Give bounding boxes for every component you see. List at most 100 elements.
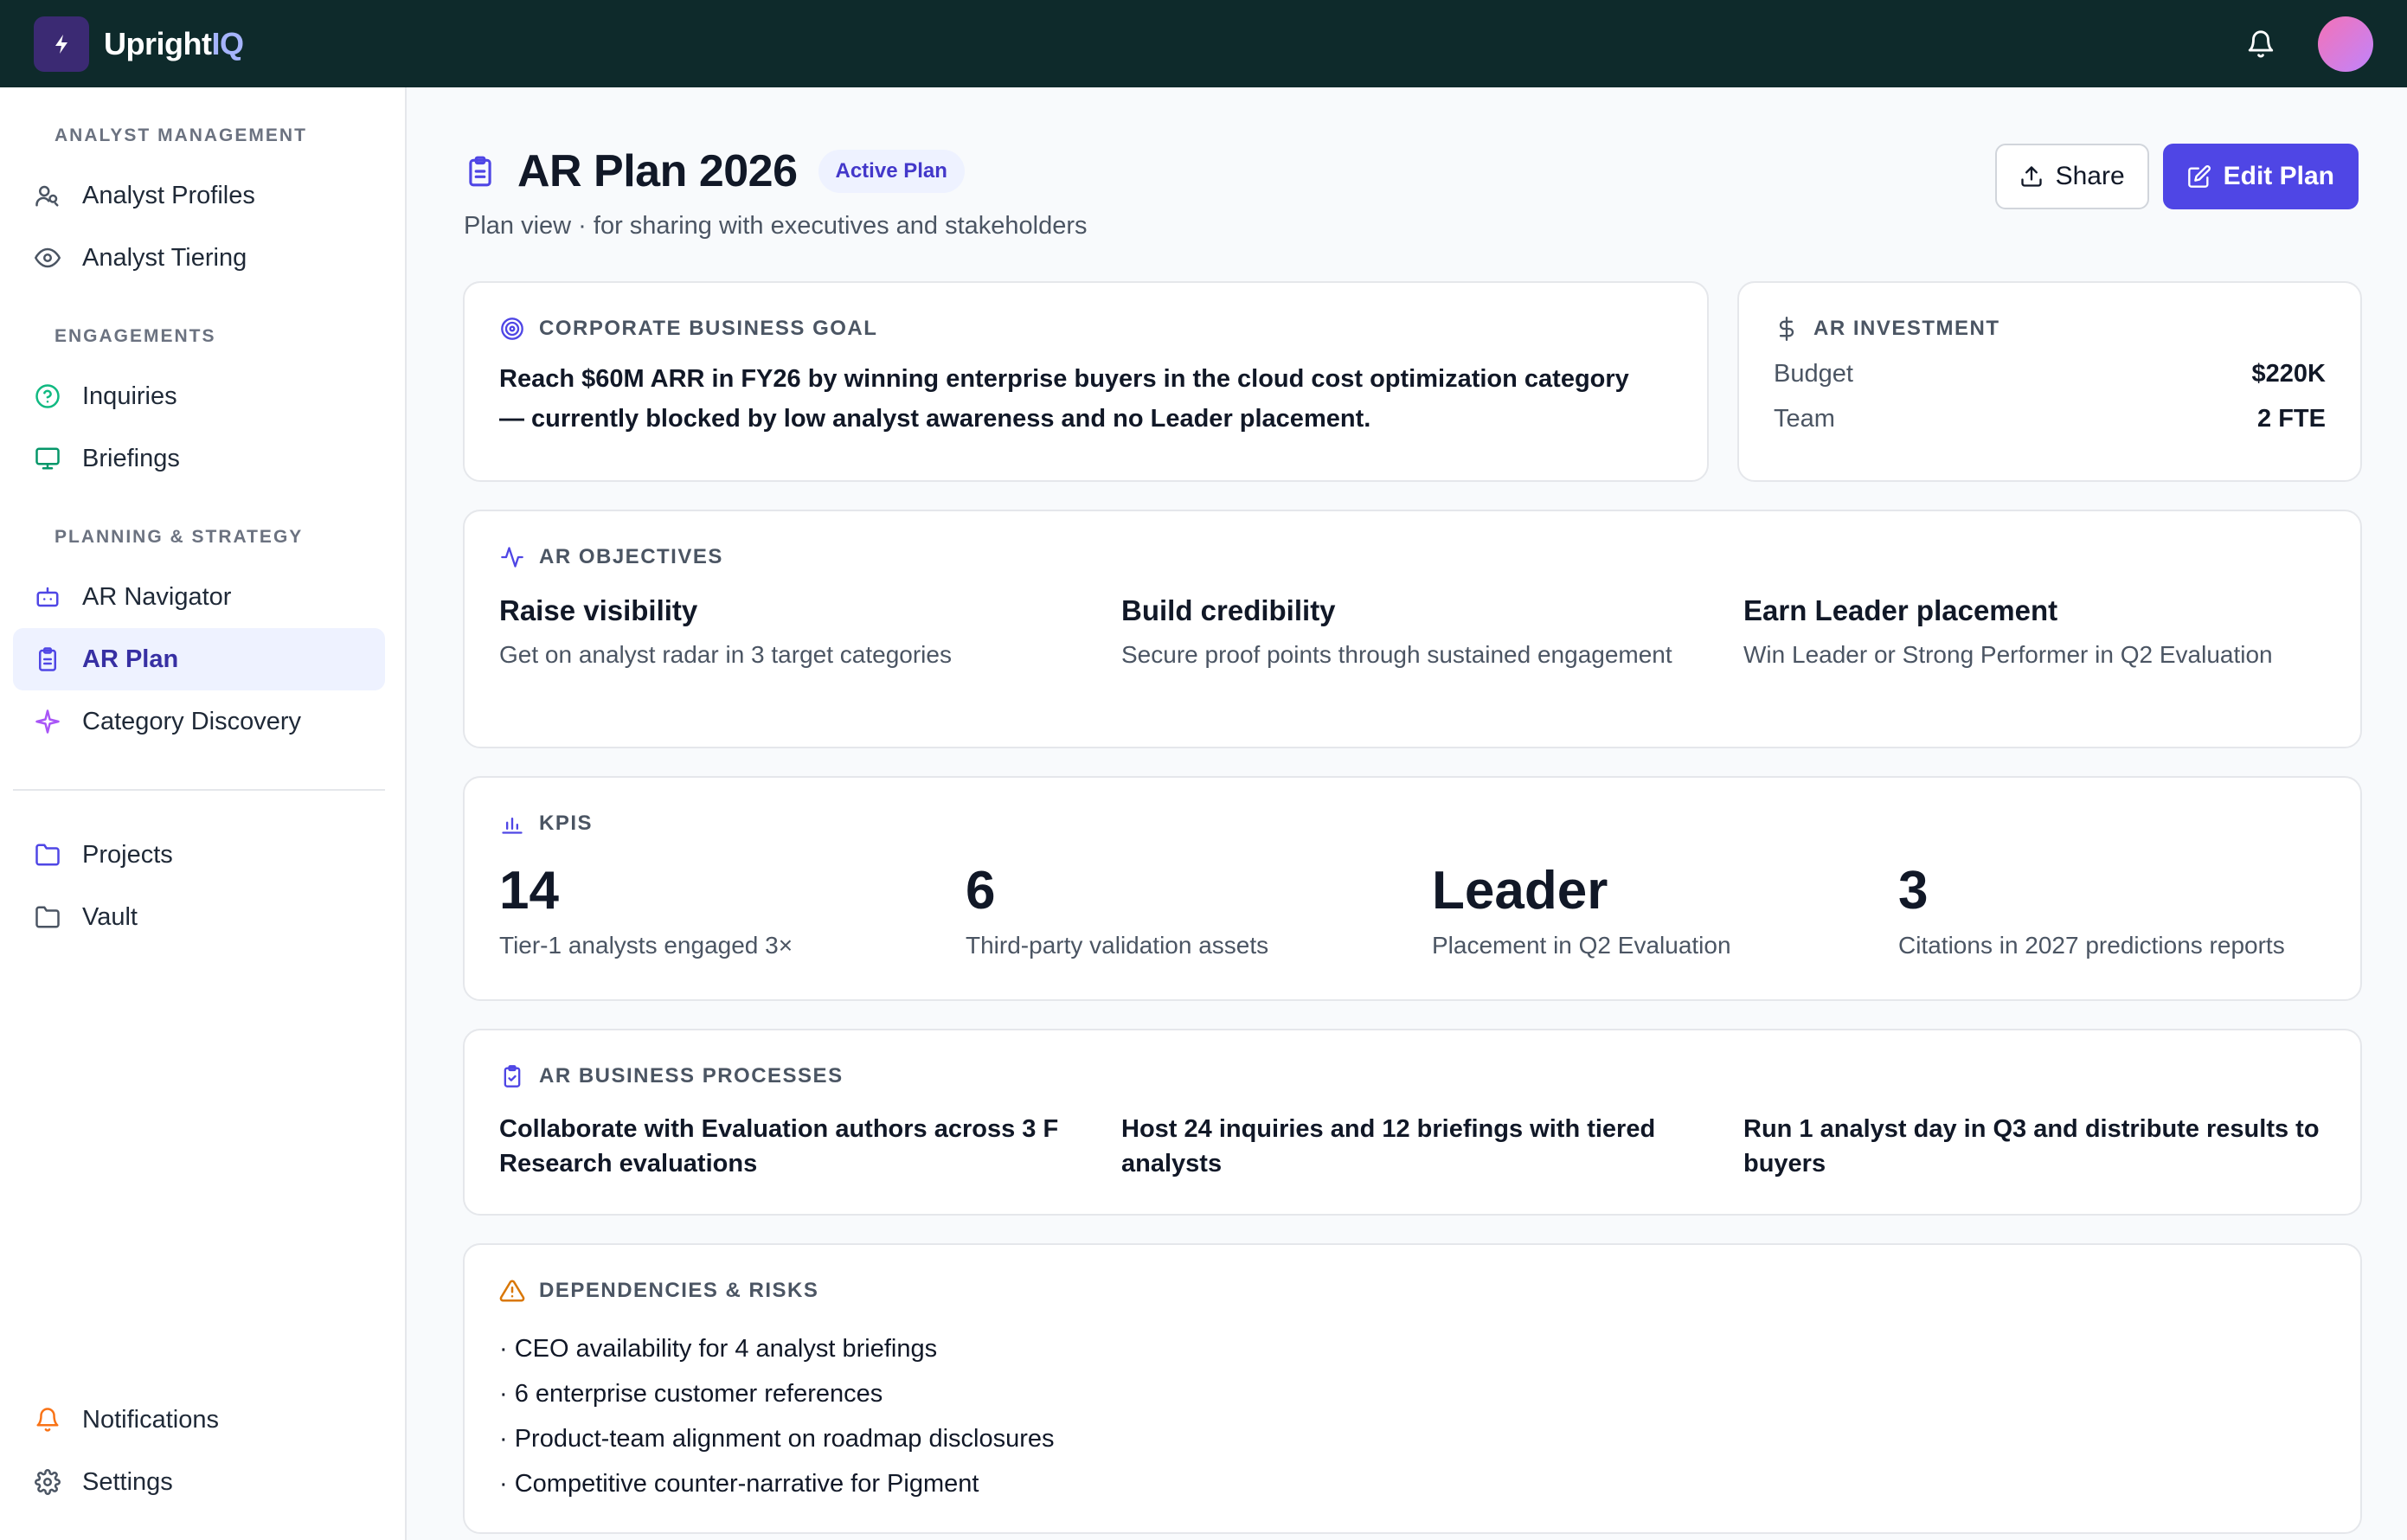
sidebar-item-ar-plan[interactable]: AR Plan (13, 628, 385, 690)
sidebar-item-ar-navigator[interactable]: AR Navigator (13, 566, 385, 628)
card-label-text: AR OBJECTIVES (539, 545, 723, 568)
card-label-text: DEPENDENCIES & RISKS (539, 1279, 819, 1302)
investment-value: 2 FTE (2257, 405, 2326, 433)
sidebar-item-analyst-tiering[interactable]: Analyst Tiering (13, 227, 385, 289)
sidebar-item-label: Category Discovery (82, 707, 302, 735)
sidebar: ANALYST MANAGEMENT Analyst Profiles Anal… (0, 87, 407, 1540)
page-subtitle: Plan view · for sharing with executives … (464, 212, 1088, 240)
card-label: AR BUSINESS PROCESSES (499, 1063, 844, 1089)
sidebar-item-category-discovery[interactable]: Category Discovery (13, 690, 385, 753)
avatar[interactable] (2318, 16, 2373, 72)
activity-icon (499, 544, 525, 570)
objective-title: Raise visibility (499, 594, 698, 626)
sidebar-item-label: AR Navigator (82, 582, 232, 611)
folder-icon (34, 841, 61, 869)
upload-icon (2019, 164, 2044, 189)
bar-chart-icon (499, 811, 525, 837)
card-label-text: KPIS (539, 812, 594, 835)
sidebar-item-projects[interactable]: Projects (13, 824, 385, 886)
card-label-text: AR BUSINESS PROCESSES (539, 1064, 844, 1088)
target-icon (499, 316, 525, 342)
gear-icon (34, 1468, 61, 1496)
sparkle-icon (34, 708, 61, 735)
help-circle-icon (34, 382, 61, 410)
investment-row-team: Team 2 FTE (1774, 405, 2326, 433)
card-label: DEPENDENCIES & RISKS (499, 1278, 818, 1304)
kpi-desc: Third-party validation assets (966, 932, 1269, 959)
goal-text: Reach $60M ARR in FY26 by winning enterp… (499, 365, 1629, 433)
objective-desc: Get on analyst radar in 3 target categor… (499, 641, 952, 668)
share-button-label: Share (2055, 162, 2125, 190)
warning-icon (499, 1278, 525, 1304)
kpi-value: 14 (499, 861, 559, 921)
sidebar-item-label: Briefings (82, 444, 180, 472)
kpis-card: KPIS 14 Tier-1 analysts engaged 3× 6 Thi… (463, 776, 2362, 1001)
kpi-value: 3 (1898, 861, 1929, 921)
sidebar-item-label: AR Plan (82, 645, 179, 673)
investment-card: AR INVESTMENT Budget $220K Team 2 FTE (1737, 281, 2362, 482)
objective-item: Earn Leader placement Win Leader or Stro… (1743, 594, 2332, 672)
card-label: KPIS (499, 811, 593, 837)
risk-list: · CEO availability for 4 analyst briefin… (499, 1326, 1055, 1506)
bell-icon (34, 1406, 61, 1434)
sidebar-item-briefings[interactable]: Briefings (13, 427, 385, 490)
page-title: AR Plan 2026 (517, 146, 798, 196)
kpi-item: 6 Third-party validation assets (966, 861, 1415, 959)
risk-item: · Product-team alignment on roadmap disc… (499, 1425, 1055, 1453)
users-icon (34, 182, 61, 209)
sidebar-item-analyst-profiles[interactable]: Analyst Profiles (13, 164, 385, 227)
sidebar-item-label: Projects (82, 840, 173, 869)
main-content: AR Plan 2026 Active Plan Plan view · for… (408, 87, 2407, 1540)
process-item: Run 1 analyst day in Q3 and distribute r… (1743, 1115, 2320, 1177)
kpi-item: 3 Citations in 2027 predictions reports (1898, 861, 2348, 959)
sidebar-item-label: Settings (82, 1467, 173, 1496)
clipboard-check-icon (499, 1063, 525, 1089)
sidebar-item-label: Analyst Profiles (82, 181, 255, 209)
bell-icon[interactable] (2243, 27, 2278, 61)
kpi-value: 6 (966, 861, 996, 921)
card-label: CORPORATE BUSINESS GOAL (499, 316, 877, 342)
sidebar-item-vault[interactable]: Vault (13, 886, 385, 948)
investment-key: Team (1774, 405, 1835, 433)
card-label: AR INVESTMENT (1774, 316, 2000, 342)
section-title-engagements: ENGAGEMENTS (55, 326, 216, 346)
sidebar-item-settings[interactable]: Settings (13, 1451, 385, 1513)
process-item: Host 24 inquiries and 12 briefings with … (1121, 1115, 1656, 1177)
kpi-item: 14 Tier-1 analysts engaged 3× (499, 861, 949, 959)
brand-name: UprightIQ (104, 25, 244, 62)
investment-key: Budget (1774, 360, 1853, 388)
share-button[interactable]: Share (1994, 144, 2149, 209)
objective-title: Earn Leader placement (1743, 594, 2058, 626)
kpi-desc: Placement in Q2 Evaluation (1432, 932, 1731, 959)
risk-item: · CEO availability for 4 analyst briefin… (499, 1335, 938, 1363)
investment-row-budget: Budget $220K (1774, 360, 2326, 388)
monitor-icon (34, 445, 61, 472)
risk-item: · 6 enterprise customer references (499, 1380, 883, 1408)
corporate-goal-card: CORPORATE BUSINESS GOAL Reach $60M ARR i… (463, 281, 1709, 482)
sidebar-item-label: Analyst Tiering (82, 243, 247, 272)
objectives-card: AR OBJECTIVES Raise visibility Get on an… (463, 510, 2362, 748)
clipboard-icon (464, 152, 497, 190)
sidebar-item-notifications[interactable]: Notifications (13, 1389, 385, 1451)
brand[interactable]: UprightIQ (34, 16, 244, 72)
page-header: AR Plan 2026 Active Plan Plan view · for… (464, 139, 2359, 243)
card-label: AR OBJECTIVES (499, 544, 723, 570)
sidebar-item-label: Vault (82, 902, 138, 931)
processes-card: AR BUSINESS PROCESSES Collaborate with E… (463, 1029, 2362, 1216)
card-label-text: AR INVESTMENT (1813, 317, 2000, 340)
edit-plan-button[interactable]: Edit Plan (2162, 144, 2359, 209)
objective-item: Raise visibility Get on analyst radar in… (499, 594, 1088, 672)
brand-name-main: Upright (104, 25, 212, 61)
kpi-desc: Citations in 2027 predictions reports (1898, 932, 2285, 959)
sidebar-divider (13, 789, 385, 791)
kpi-item: Leader Placement in Q2 Evaluation (1432, 861, 1882, 959)
kpi-desc: Tier-1 analysts engaged 3× (499, 932, 793, 959)
status-badge: Active Plan (818, 150, 965, 193)
sidebar-item-inquiries[interactable]: Inquiries (13, 365, 385, 427)
objective-title: Build credibility (1121, 594, 1336, 626)
edit-button-label: Edit Plan (2223, 162, 2334, 190)
section-title-planning-strategy: PLANNING & STRATEGY (55, 527, 304, 547)
bot-icon (34, 583, 61, 611)
risk-item: · Competitive counter-narrative for Pigm… (499, 1470, 979, 1498)
brand-name-accent: IQ (211, 25, 244, 61)
